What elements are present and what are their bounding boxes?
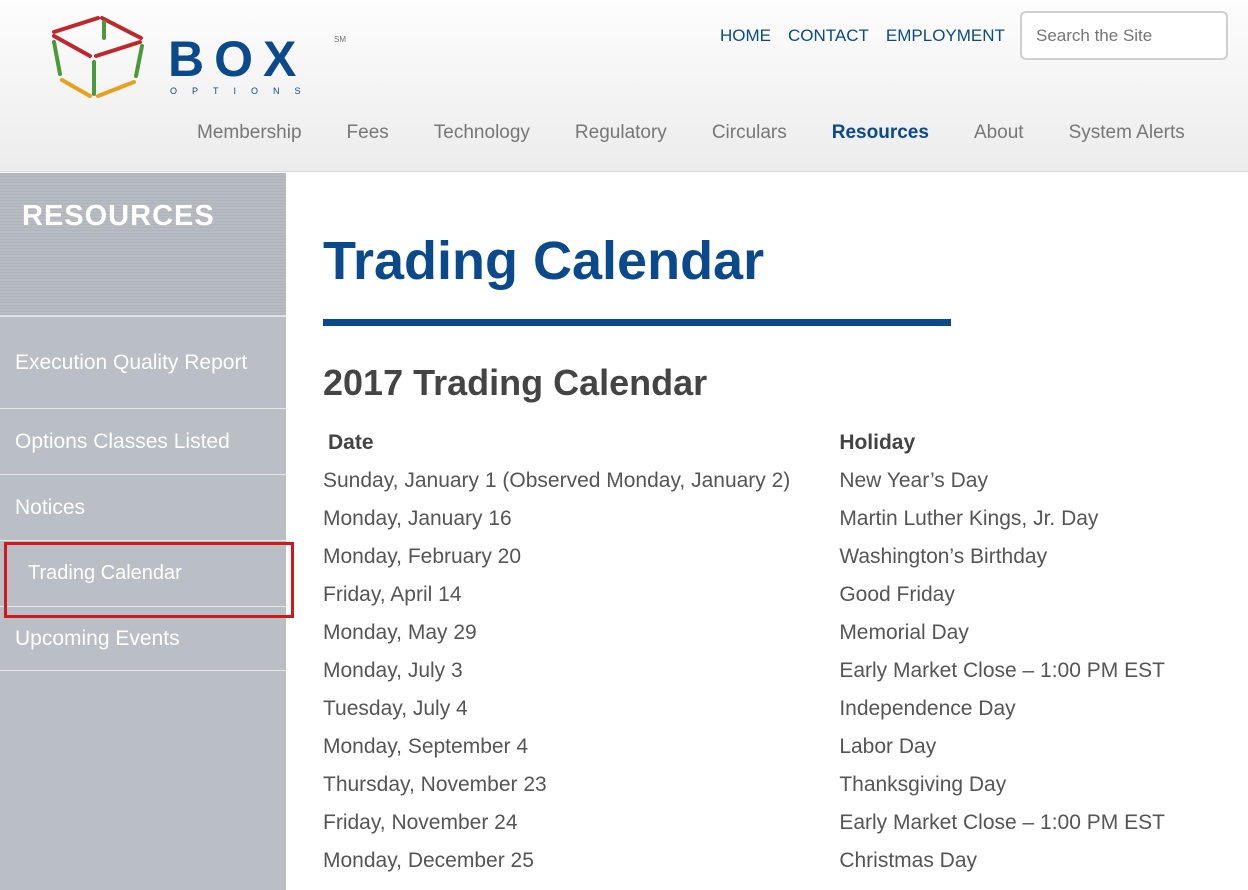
contact-link[interactable]: CONTACT [788, 26, 869, 46]
logo-sub: OPTIONS [170, 86, 316, 96]
sidebar-item-notices[interactable]: Notices [0, 475, 286, 541]
home-link[interactable]: HOME [720, 26, 771, 46]
box-options-logo[interactable]: BOX OPTIONS SM [46, 14, 356, 100]
date-cell: Friday, April 14 [323, 583, 462, 606]
table-row: Sunday, January 1 (Observed Monday, Janu… [323, 462, 1165, 500]
holiday-cell: Thanksgiving Day [839, 773, 1007, 796]
nav-fees[interactable]: Fees [347, 122, 389, 144]
date-cell: Monday, July 3 [323, 659, 463, 682]
table-row: Monday, July 3 Early Market Close – 1:00 … [323, 652, 1165, 690]
date-cell: Thursday, November 23 [323, 773, 547, 796]
date-cell: Friday, November 24 [323, 811, 518, 834]
table-row: Monday, September 4 Labor Day [323, 728, 1165, 766]
table-row: Tuesday, July 4 Independence Day [323, 690, 1165, 728]
logo-text: BOX [168, 31, 306, 87]
table-row: Monday, December 25 Christmas Day [323, 842, 1165, 880]
nav-circulars[interactable]: Circulars [712, 122, 787, 144]
holiday-cell: Martin Luther Kings, Jr. Day [839, 507, 1099, 530]
holiday-cell: New Year’s Day [839, 469, 988, 492]
title-divider [323, 319, 951, 326]
nav-regulatory[interactable]: Regulatory [575, 122, 667, 144]
column-header-holiday: Holiday [839, 431, 916, 454]
date-cell: Sunday, January 1 (Observed Monday, Janu… [323, 469, 791, 492]
column-header-date: Date [328, 431, 374, 454]
holiday-cell: Memorial Day [839, 621, 969, 644]
table-row: Monday, May 29 Memorial Day [323, 614, 1165, 652]
sidebar-title: RESOURCES [0, 173, 286, 317]
nav-system-alerts[interactable]: System Alerts [1069, 122, 1185, 144]
holiday-cell: Good Friday [839, 583, 955, 606]
holiday-cell: Early Market Close – 1:00 PM EST [839, 659, 1165, 682]
table-row: Friday, April 14 Good Friday [323, 576, 1165, 614]
date-cell: Monday, February 20 [323, 545, 522, 568]
section-title: 2017 Trading Calendar [323, 362, 708, 403]
holiday-table: Date Holiday Sunday, January 1 (Observed… [323, 424, 1165, 880]
page-title: Trading Calendar [323, 231, 765, 291]
search-input[interactable] [1020, 11, 1228, 60]
nav-resources[interactable]: Resources [832, 122, 929, 144]
holiday-cell: Washington’s Birthday [839, 545, 1048, 568]
sidebar: RESOURCES Execution Quality Report Optio… [0, 173, 294, 890]
sidebar-item-trading-calendar[interactable]: Trading Calendar [0, 541, 294, 618]
holiday-cell: Labor Day [839, 735, 937, 758]
sidebar-item-execution-quality-report[interactable]: Execution Quality Report [0, 317, 286, 409]
table-row: Monday, January 16 Martin Luther Kings, J… [323, 500, 1165, 538]
date-cell: Tuesday, July 4 [323, 697, 468, 720]
holiday-cell: Christmas Day [839, 849, 978, 872]
nav-membership[interactable]: Membership [197, 122, 302, 144]
holiday-cell: Independence Day [839, 697, 1016, 720]
main-nav: Membership Fees Technology Regulatory Ci… [197, 122, 1230, 144]
table-row: Friday, November 24 Early Market Close – … [323, 804, 1165, 842]
nav-about[interactable]: About [974, 122, 1024, 144]
logo-mark: SM [334, 35, 346, 44]
employment-link[interactable]: EMPLOYMENT [886, 26, 1005, 46]
sidebar-item-options-classes-listed[interactable]: Options Classes Listed [0, 409, 286, 475]
table-row: Thursday, November 23 Thanksgiving Day [323, 766, 1165, 804]
date-cell: Monday, January 16 [323, 507, 512, 530]
site-header: BOX OPTIONS SM HOME CONTACT EMPLOYMENT M… [0, 0, 1248, 172]
nav-technology[interactable]: Technology [434, 122, 530, 144]
date-cell: Monday, September 4 [323, 735, 529, 758]
date-cell: Monday, December 25 [323, 849, 534, 872]
top-links: HOME CONTACT EMPLOYMENT [720, 26, 1005, 46]
date-cell: Monday, May 29 [323, 621, 477, 644]
table-row: Monday, February 20 Washington’s Birthday [323, 538, 1165, 576]
holiday-cell: Early Market Close – 1:00 PM EST [839, 811, 1165, 834]
